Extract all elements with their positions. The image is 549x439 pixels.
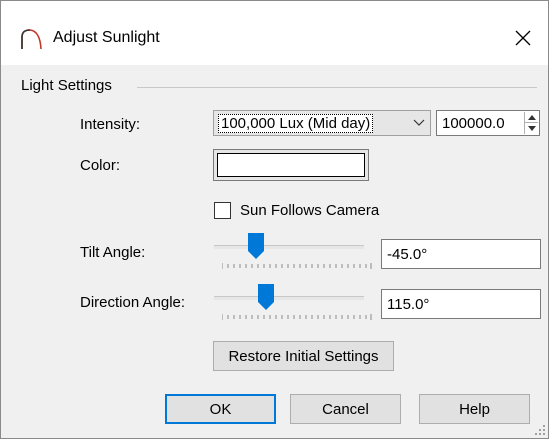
close-icon <box>515 30 531 46</box>
cancel-button-label: Cancel <box>322 400 369 418</box>
tilt-angle-label: Tilt Angle: <box>80 244 146 261</box>
restore-initial-settings-button[interactable]: Restore Initial Settings <box>213 341 394 371</box>
title-bar[interactable]: Adjust Sunlight <box>1 1 548 65</box>
chevron-down-icon <box>413 119 425 126</box>
tilt-angle-value: -45.0° <box>387 246 428 263</box>
spinner-buttons <box>524 112 538 134</box>
color-label: Color: <box>80 157 121 174</box>
color-swatch <box>217 153 365 177</box>
resize-grip-icon[interactable] <box>534 424 546 436</box>
triangle-up-icon <box>527 114 536 120</box>
group-divider <box>137 87 537 88</box>
help-button-label: Help <box>459 400 490 418</box>
triangle-down-icon <box>527 126 536 131</box>
slider-track <box>214 245 364 249</box>
close-button[interactable] <box>508 23 538 53</box>
spin-down-button[interactable] <box>525 123 538 134</box>
adjust-sunlight-dialog: Adjust Sunlight Light Settings Intensity… <box>0 0 549 439</box>
ok-button[interactable]: OK <box>165 394 276 424</box>
slider-ticks <box>222 314 372 320</box>
direction-angle-label: Direction Angle: <box>80 294 186 311</box>
sunlight-arc-icon <box>21 29 42 50</box>
intensity-numeric-value: 100000.0 <box>442 115 505 132</box>
intensity-preset-value: 100,000 Lux (Mid day) <box>218 114 374 133</box>
color-swatch-button[interactable] <box>213 149 369 181</box>
spin-up-button[interactable] <box>525 112 538 123</box>
direction-angle-value: 115.0° <box>387 296 430 313</box>
cancel-button[interactable]: Cancel <box>290 394 401 424</box>
direction-angle-input[interactable]: 115.0° <box>381 289 541 319</box>
window-title: Adjust Sunlight <box>53 29 160 46</box>
intensity-spinner[interactable]: 100000.0 <box>436 110 540 136</box>
tilt-angle-slider[interactable] <box>214 233 372 273</box>
light-settings-group-label: Light Settings <box>21 77 112 94</box>
sun-follows-camera-checkbox[interactable] <box>214 202 231 219</box>
slider-thumb[interactable] <box>248 233 264 259</box>
slider-thumb[interactable] <box>258 284 274 310</box>
sun-follows-camera-label[interactable]: Sun Follows Camera <box>240 202 379 219</box>
tilt-angle-input[interactable]: -45.0° <box>381 239 541 269</box>
slider-ticks <box>222 263 372 269</box>
ok-button-label: OK <box>209 400 232 418</box>
slider-track <box>214 296 364 300</box>
restore-button-label: Restore Initial Settings <box>228 347 379 365</box>
direction-angle-slider[interactable] <box>214 284 372 324</box>
help-button[interactable]: Help <box>419 394 530 424</box>
intensity-label: Intensity: <box>80 116 141 133</box>
intensity-preset-dropdown[interactable]: 100,000 Lux (Mid day) <box>213 110 431 136</box>
